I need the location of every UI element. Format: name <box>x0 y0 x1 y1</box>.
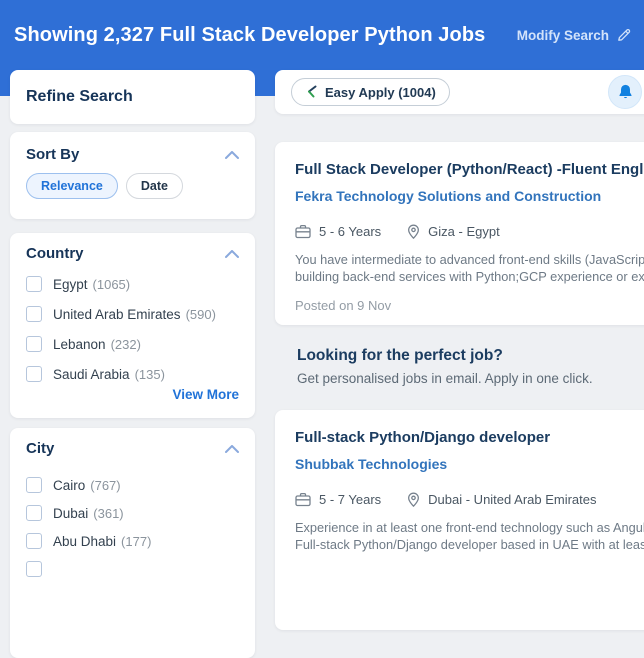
sort-option-relevance[interactable]: Relevance <box>26 173 118 199</box>
content: Refine Search Sort By Relevance Date Cou… <box>0 70 644 658</box>
checkbox[interactable] <box>26 336 42 352</box>
view-more-link[interactable]: View More <box>172 387 239 402</box>
job-alert-bell-button[interactable] <box>608 75 642 109</box>
job-title-link[interactable]: Full Stack Developer (Python/React) -Flu… <box>295 160 644 179</box>
job-experience: 5 - 7 Years <box>319 492 381 507</box>
filter-count: (232) <box>111 337 141 352</box>
filter-label: Cairo <box>53 478 85 493</box>
results-toolbar: Easy Apply (1004) <box>275 70 644 114</box>
city-title: City <box>26 440 54 457</box>
job-experience: 5 - 6 Years <box>319 224 381 239</box>
refine-sidebar: Refine Search Sort By Relevance Date Cou… <box>10 70 255 658</box>
checkbox[interactable] <box>26 276 42 292</box>
briefcase-icon <box>295 492 311 507</box>
filter-count: (135) <box>135 367 165 382</box>
modify-search-label: Modify Search <box>517 28 609 43</box>
job-company-link[interactable]: Shubbak Technologies <box>295 456 644 472</box>
country-filter-egypt[interactable]: Egypt (1065) <box>26 276 239 292</box>
city-filter-partial[interactable] <box>26 561 239 577</box>
job-card[interactable]: Full-stack Python/Django developer Shubb… <box>275 410 644 630</box>
refine-search-card: Refine Search <box>10 70 255 124</box>
filter-label: Abu Dhabi <box>53 534 116 549</box>
city-filter-cairo[interactable]: Cairo (767) <box>26 477 239 493</box>
country-filter-card: Country Egypt (1065) United Arab Emirate… <box>10 233 255 418</box>
header: Showing 2,327 Full Stack Developer Pytho… <box>0 0 644 70</box>
checkbox[interactable] <box>26 477 42 493</box>
filter-label: Saudi Arabia <box>53 367 130 382</box>
country-title: Country <box>26 245 84 262</box>
filter-count: (767) <box>90 478 120 493</box>
job-alert-banner: Looking for the perfect job? Get persona… <box>275 325 644 410</box>
bell-icon <box>618 84 633 100</box>
banner-title: Looking for the perfect job? <box>297 347 644 365</box>
map-pin-icon <box>407 224 420 239</box>
job-meta: 5 - 7 Years Dubai - United Arab Emirates <box>295 492 644 507</box>
filter-label: Egypt <box>53 277 88 292</box>
chevron-up-icon[interactable] <box>225 250 239 258</box>
city-filter-dubai[interactable]: Dubai (361) <box>26 505 239 521</box>
easy-apply-filter-button[interactable]: Easy Apply (1004) <box>291 78 450 106</box>
job-company-link[interactable]: Fekra Technology Solutions and Construct… <box>295 188 644 204</box>
job-meta: 5 - 6 Years Giza - Egypt <box>295 224 644 239</box>
job-description: You have intermediate to advanced front-… <box>295 251 644 285</box>
filter-count: (1065) <box>93 277 131 292</box>
city-filter-card: City Cairo (767) Dubai (361) Abu Dhabi (… <box>10 428 255 658</box>
job-results: Easy Apply (1004) Full Stack Developer (… <box>275 70 644 658</box>
sort-by-card: Sort By Relevance Date <box>10 132 255 219</box>
banner-subtitle: Get personalised jobs in email. Apply in… <box>297 371 644 386</box>
refine-search-title: Refine Search <box>26 88 239 106</box>
chevron-up-icon[interactable] <box>225 151 239 159</box>
page-title: Showing 2,327 Full Stack Developer Pytho… <box>14 24 485 47</box>
job-posted-date: Posted on 9 Nov <box>295 298 644 313</box>
country-filter-uae[interactable]: United Arab Emirates (590) <box>26 306 239 322</box>
green-bolt-icon <box>305 85 318 99</box>
easy-apply-label: Easy Apply (1004) <box>325 85 436 100</box>
map-pin-icon <box>407 492 420 507</box>
checkbox[interactable] <box>26 505 42 521</box>
briefcase-icon <box>295 224 311 239</box>
pencil-icon <box>616 27 632 43</box>
job-location: Giza - Egypt <box>428 224 500 239</box>
filter-label: Lebanon <box>53 337 106 352</box>
checkbox[interactable] <box>26 561 42 577</box>
filter-count: (590) <box>186 307 216 322</box>
job-description: Experience in at least one front-end tec… <box>295 519 644 553</box>
country-filter-saudi-arabia[interactable]: Saudi Arabia (135) <box>26 366 239 382</box>
job-title-link[interactable]: Full-stack Python/Django developer <box>295 428 644 447</box>
chevron-up-icon[interactable] <box>225 445 239 453</box>
job-card[interactable]: Full Stack Developer (Python/React) -Flu… <box>275 142 644 325</box>
filter-count: (361) <box>93 506 123 521</box>
modify-search-link[interactable]: Modify Search <box>517 27 632 43</box>
sort-option-date[interactable]: Date <box>126 173 183 199</box>
filter-label: United Arab Emirates <box>53 307 181 322</box>
filter-count: (177) <box>121 534 151 549</box>
filter-label: Dubai <box>53 506 88 521</box>
checkbox[interactable] <box>26 306 42 322</box>
checkbox[interactable] <box>26 366 42 382</box>
sort-by-title: Sort By <box>26 146 79 163</box>
checkbox[interactable] <box>26 533 42 549</box>
city-filter-abu-dhabi[interactable]: Abu Dhabi (177) <box>26 533 239 549</box>
job-location: Dubai - United Arab Emirates <box>428 492 596 507</box>
country-filter-lebanon[interactable]: Lebanon (232) <box>26 336 239 352</box>
